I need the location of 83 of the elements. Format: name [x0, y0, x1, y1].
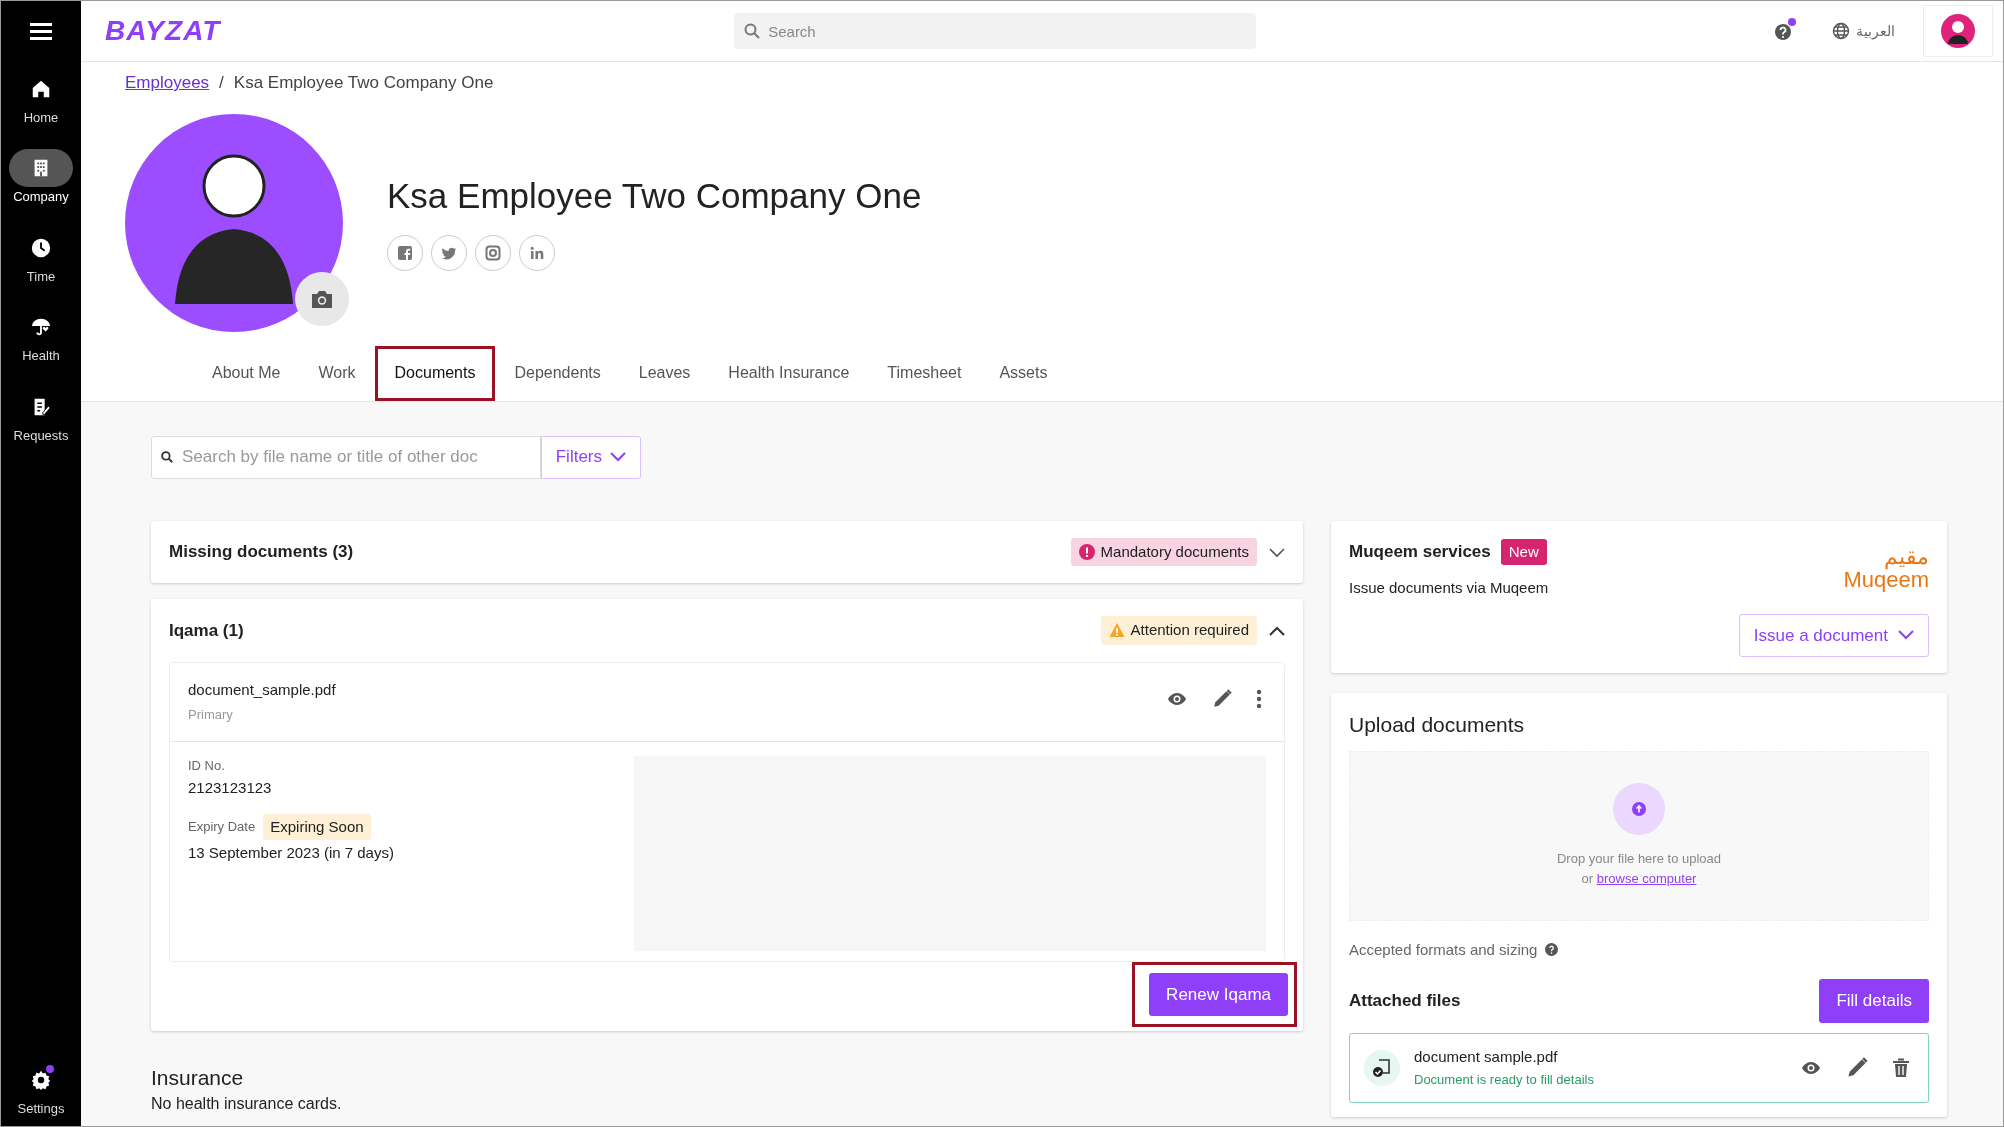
field-label: Expiry Date — [188, 818, 256, 836]
upload-icon — [1632, 802, 1646, 816]
alert-icon — [1078, 543, 1095, 560]
muqeem-logo-arabic: مقيم — [1883, 544, 1929, 568]
card-title: Upload documents — [1349, 712, 1526, 738]
formats-label: Accepted formats and sizing — [1349, 939, 1538, 960]
profile-tab[interactable]: Timesheet — [868, 345, 981, 401]
filters-button[interactable]: Filters — [540, 435, 641, 479]
card-subtitle: Issue documents via Muqeem — [1349, 578, 1549, 598]
warning-icon — [1108, 622, 1125, 639]
menu-icon — [30, 21, 52, 42]
field-value: 2123123123 — [188, 778, 273, 798]
profile-tab[interactable]: Dependents — [495, 345, 620, 401]
field-value: 13 September 2023 (in 7 days) — [188, 843, 395, 863]
section-title: Missing documents (3) — [169, 541, 354, 563]
help-icon — [1774, 22, 1792, 41]
chevron-down-icon — [1269, 547, 1285, 558]
camera-button[interactable] — [295, 271, 349, 326]
renew-button[interactable]: Renew Iqama — [1149, 972, 1288, 1016]
field-label: ID No. — [188, 756, 225, 775]
profile-button[interactable] — [1923, 5, 1993, 57]
instagram-link[interactable] — [475, 234, 511, 271]
pencil-icon — [1212, 688, 1232, 709]
sidebar-item[interactable]: Requests — [9, 387, 73, 445]
clock-icon — [30, 236, 52, 259]
facebook-link[interactable] — [387, 234, 423, 271]
camera-icon — [310, 288, 334, 309]
file-name: document_sample.pdf — [188, 679, 336, 700]
chevron-down-icon — [610, 452, 626, 462]
section-title: Iqama (1) — [169, 619, 244, 642]
file-status: Document is ready to fill details — [1414, 1071, 1594, 1089]
issue-document-button[interactable]: Issue a document — [1738, 613, 1929, 657]
profile-tab[interactable]: About Me — [193, 345, 300, 401]
profile-tab[interactable]: Health Insurance — [709, 345, 869, 401]
chevron-up-icon — [1269, 626, 1285, 636]
globe-icon — [1832, 22, 1850, 40]
card-title: Muqeem services — [1349, 541, 1491, 563]
search-icon — [744, 23, 761, 39]
help-icon — [1545, 943, 1559, 957]
facebook-icon — [396, 243, 414, 262]
sidebar-item[interactable]: Health — [9, 308, 73, 366]
status-tag: Attention required — [1100, 616, 1257, 645]
logo[interactable]: BAYZAT — [105, 10, 221, 52]
browse-link[interactable]: browse computer — [1596, 870, 1697, 886]
drop-hint: Drop your file here to upload — [1556, 850, 1721, 868]
expiry-tag: Expiring Soon — [263, 813, 371, 840]
empty-message: No health insurance cards. — [151, 1094, 343, 1114]
linkedin-link[interactable] — [519, 234, 555, 271]
breadcrumb-current: Ksa Employee Two Company One — [233, 73, 494, 92]
file-check-icon — [1371, 1056, 1393, 1079]
breadcrumb-link[interactable]: Employees — [125, 73, 210, 92]
profile-tab[interactable]: Assets — [980, 345, 1067, 401]
search-icon — [161, 450, 173, 463]
breadcrumb-separator: / — [219, 73, 224, 92]
sidebar-item[interactable]: Time — [9, 228, 73, 286]
drop-zone[interactable]: Drop your file here to upload or browse computer — [1349, 750, 1929, 921]
file-tag: Primary — [188, 705, 336, 725]
section-heading: Insurance — [151, 1065, 245, 1091]
profile-tab[interactable]: Work — [299, 345, 375, 401]
more-icon — [1256, 688, 1262, 709]
language-button[interactable]: العربية — [1826, 19, 1901, 43]
section-title: Attached files — [1349, 990, 1461, 1012]
avatar-icon — [1941, 14, 1975, 48]
sidebar-item[interactable]: Home — [9, 69, 73, 127]
status-tag: Mandatory documents — [1070, 537, 1257, 566]
new-badge: New — [1500, 538, 1547, 565]
eye-icon — [1166, 690, 1188, 707]
twitter-link[interactable] — [431, 234, 467, 271]
settings-link[interactable]: Settings — [17, 1098, 65, 1118]
search-field[interactable]: Search — [734, 13, 1257, 49]
document-search-field[interactable]: Search by file name or title of other doc — [151, 435, 541, 479]
employee-name: Ksa Employee Two Company One — [387, 174, 922, 217]
profile-tab[interactable]: Leaves — [619, 345, 710, 401]
fill-details-button[interactable]: Fill details — [1819, 979, 1929, 1023]
chevron-down-icon — [1898, 630, 1914, 641]
instagram-icon — [484, 243, 502, 262]
umbrella-icon — [30, 316, 52, 338]
file-name: document sample.pdf — [1414, 1046, 1559, 1067]
trash-icon — [1892, 1058, 1910, 1079]
profile-tab[interactable]: Documents — [374, 345, 496, 401]
eye-icon — [1800, 1060, 1822, 1077]
pencil-icon — [1846, 1057, 1868, 1079]
drop-hint: or — [1581, 870, 1594, 886]
